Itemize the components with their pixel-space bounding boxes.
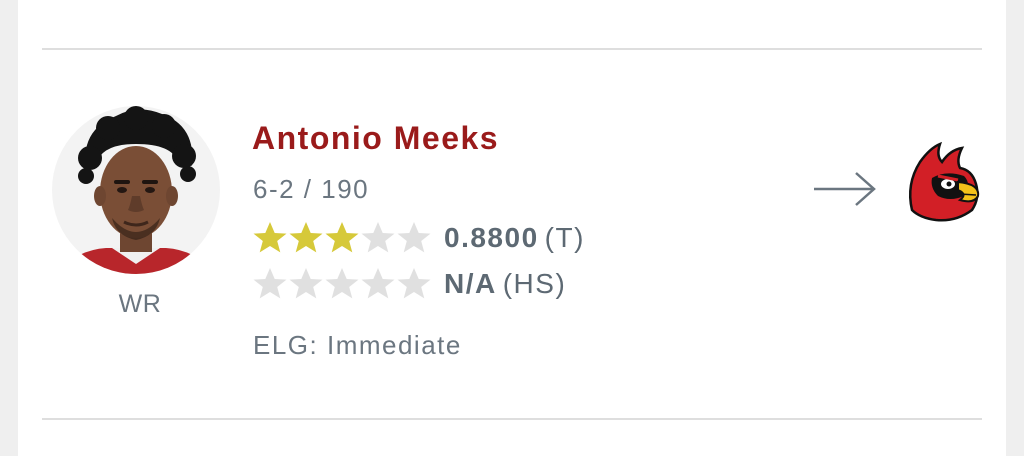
- star-empty-icon: [361, 268, 395, 299]
- star-rating: [252, 220, 432, 256]
- rating-value: N/A: [444, 268, 497, 299]
- star-filled-icon: [253, 222, 287, 253]
- player-measurables: 6-2 / 190: [253, 174, 370, 204]
- rating-score: 0.8800 (T): [444, 222, 585, 254]
- cardinal-logo[interactable]: [902, 140, 982, 224]
- star-filled-icon: [325, 222, 359, 253]
- rating-suffix: (T): [544, 222, 585, 253]
- right-arrow-icon: [814, 172, 876, 206]
- transfer-rating-row: 0.8800 (T): [252, 220, 585, 256]
- player-position: WR: [118, 290, 162, 318]
- star-empty-icon: [361, 222, 395, 253]
- star-empty-icon: [325, 268, 359, 299]
- star-empty-icon: [289, 268, 323, 299]
- right-edge-gutter: [1006, 0, 1024, 456]
- rating-score: N/A (HS): [444, 268, 566, 300]
- star-empty-icon: [397, 222, 431, 253]
- top-divider: [42, 48, 982, 50]
- rating-value: 0.8800: [444, 222, 539, 253]
- eligibility-status: ELG: Immediate: [253, 330, 462, 360]
- player-photo: [52, 106, 220, 274]
- bottom-divider: [42, 418, 982, 420]
- star-filled-icon: [289, 222, 323, 253]
- star-empty-icon: [397, 268, 431, 299]
- high-school-rating-row: N/A (HS): [252, 266, 566, 302]
- left-edge-gutter: [0, 0, 18, 456]
- star-empty-icon: [253, 268, 287, 299]
- rating-suffix: (HS): [502, 268, 567, 299]
- star-rating: [252, 266, 432, 302]
- player-name[interactable]: Antonio Meeks: [252, 120, 499, 157]
